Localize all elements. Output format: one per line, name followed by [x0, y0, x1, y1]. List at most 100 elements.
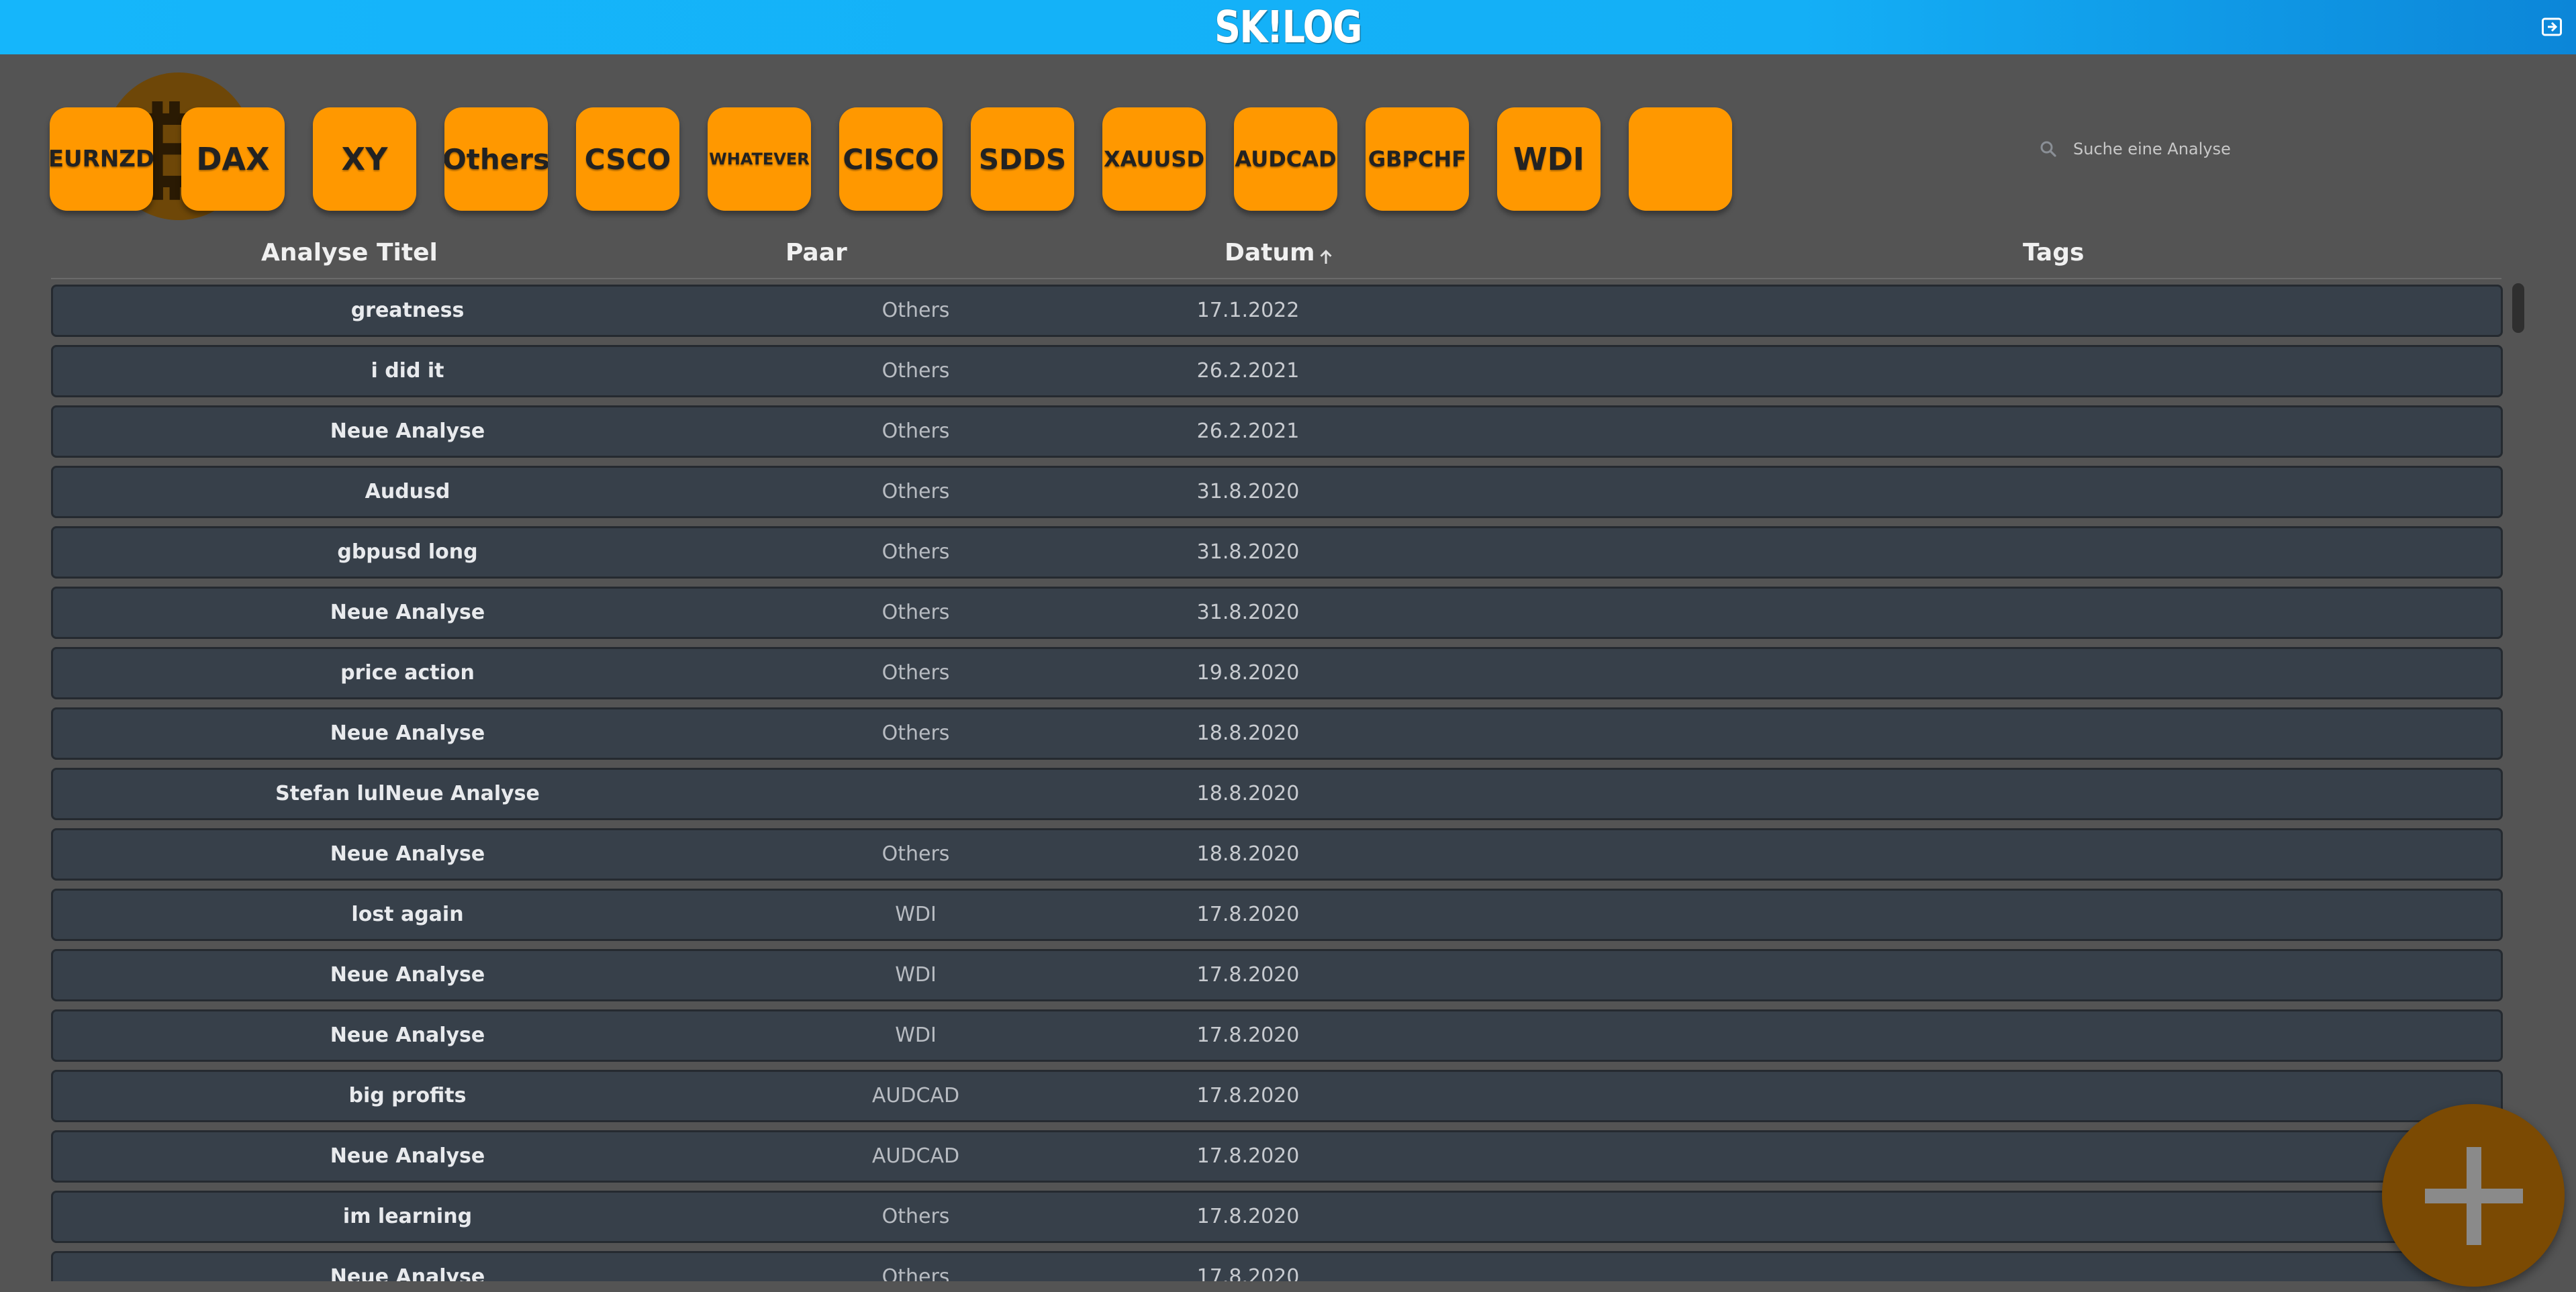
row-pair: Others: [881, 1205, 950, 1228]
row-tags: [1530, 709, 2403, 758]
table-row[interactable]: Neue Analyse Others 18.8.2020: [51, 828, 2503, 881]
row-title: i did it: [371, 359, 444, 383]
table-row[interactable]: Stefan lulNeue Analyse 18.8.2020: [51, 768, 2503, 820]
row-date: 26.2.2021: [1196, 359, 1300, 383]
row-tags: [1530, 589, 2403, 637]
row-date: 19.8.2020: [1196, 661, 1300, 685]
pair-chip[interactable]: AUDCAD: [1234, 107, 1337, 211]
row-pair: WDI: [895, 1024, 937, 1047]
row-tags: [1530, 1072, 2403, 1120]
pair-chip[interactable]: CISCO: [839, 107, 943, 211]
row-date: 17.8.2020: [1196, 1024, 1300, 1047]
pair-chip[interactable]: CSCO: [576, 107, 679, 211]
table-row[interactable]: Neue Analyse AUDCAD 17.8.2020: [51, 1130, 2503, 1183]
search-icon: [2040, 141, 2056, 157]
pair-chip[interactable]: WHATEVER: [708, 107, 811, 211]
add-analysis-button[interactable]: [2382, 1104, 2565, 1287]
pair-chip[interactable]: [1629, 107, 1732, 211]
row-title: Neue Analyse: [330, 601, 485, 624]
row-date: 31.8.2020: [1196, 540, 1300, 564]
table-row[interactable]: Neue Analyse Others 17.8.2020: [51, 1251, 2503, 1281]
column-header-tags[interactable]: Tags: [2023, 239, 2084, 266]
row-date: 17.1.2022: [1196, 299, 1300, 322]
row-title: im learning: [342, 1205, 473, 1228]
row-title: lost again: [351, 903, 464, 926]
row-title: Neue Analyse: [330, 419, 485, 443]
pair-chip[interactable]: XAUUSD: [1102, 107, 1206, 211]
row-date: 26.2.2021: [1196, 419, 1300, 443]
row-date: 17.8.2020: [1196, 1265, 1300, 1281]
row-title: Neue Analyse: [330, 1265, 485, 1281]
table-row[interactable]: Neue Analyse WDI 17.8.2020: [51, 1009, 2503, 1062]
row-title: Neue Analyse: [330, 963, 485, 987]
row-title: Audusd: [365, 480, 450, 503]
column-header-title[interactable]: Analyse Titel: [261, 239, 438, 266]
row-tags: [1530, 407, 2403, 456]
table-row[interactable]: big profits AUDCAD 17.8.2020: [51, 1070, 2503, 1122]
pair-chip[interactable]: WDI: [1497, 107, 1601, 211]
row-tags: [1530, 528, 2403, 577]
app-header: SK!LOG: [0, 0, 2576, 54]
row-tags: [1530, 770, 2403, 818]
row-tags: [1530, 468, 2403, 516]
row-pair: Others: [881, 299, 950, 322]
row-title: price action: [340, 661, 475, 685]
row-tags: [1530, 951, 2403, 999]
row-pair: AUDCAD: [871, 1144, 960, 1168]
row-pair: Others: [881, 540, 950, 564]
row-title: Stefan lulNeue Analyse: [275, 782, 540, 805]
row-date: 17.8.2020: [1196, 1144, 1300, 1168]
row-date: 17.8.2020: [1196, 1084, 1300, 1107]
row-date: 18.8.2020: [1196, 842, 1300, 866]
row-pair: Others: [881, 1265, 950, 1281]
analysis-list: greatness Others 17.1.2022 i did it Others 26…: [51, 285, 2503, 1281]
table-row[interactable]: im learning Others 17.8.2020: [51, 1191, 2503, 1243]
table-row[interactable]: Neue Analyse Others 31.8.2020: [51, 587, 2503, 639]
row-title: greatness: [350, 299, 465, 322]
row-date: 17.8.2020: [1196, 903, 1300, 926]
row-tags: [1530, 1193, 2403, 1241]
row-pair: [771, 770, 1060, 818]
app-logo: SK!LOG: [1214, 1, 1362, 53]
row-pair: Others: [881, 661, 950, 685]
arrow-up-icon[interactable]: [1316, 247, 1336, 267]
row-tags: [1530, 1132, 2403, 1181]
row-pair: Others: [881, 359, 950, 383]
row-tags: [1530, 830, 2403, 879]
row-title: gbpusd long: [337, 540, 478, 564]
search-input[interactable]: [2072, 136, 2273, 162]
table-row[interactable]: price action Others 19.8.2020: [51, 647, 2503, 699]
pair-chip[interactable]: Others: [444, 107, 548, 211]
pair-chip[interactable]: EURNZD: [50, 107, 153, 211]
row-pair: AUDCAD: [871, 1084, 960, 1107]
scrollbar-thumb[interactable]: [2512, 283, 2524, 333]
table-row[interactable]: Neue Analyse WDI 17.8.2020: [51, 949, 2503, 1001]
pair-chip[interactable]: GBPCHF: [1366, 107, 1469, 211]
table-row[interactable]: Neue Analyse Others 18.8.2020: [51, 707, 2503, 760]
table-row[interactable]: gbpusd long Others 31.8.2020: [51, 526, 2503, 579]
table-row[interactable]: lost again WDI 17.8.2020: [51, 889, 2503, 941]
row-date: 31.8.2020: [1196, 480, 1300, 503]
row-title: Neue Analyse: [330, 842, 485, 866]
row-pair: WDI: [895, 963, 937, 987]
row-pair: Others: [881, 480, 950, 503]
row-pair: Others: [881, 722, 950, 745]
row-date: 17.8.2020: [1196, 963, 1300, 987]
pair-chip[interactable]: SDDS: [971, 107, 1074, 211]
row-tags: [1530, 891, 2403, 939]
table-row[interactable]: Neue Analyse Others 26.2.2021: [51, 405, 2503, 458]
table-row[interactable]: Audusd Others 31.8.2020: [51, 466, 2503, 518]
pair-chip[interactable]: XY: [313, 107, 416, 211]
row-tags: [1530, 287, 2403, 335]
pair-chip[interactable]: DAX: [181, 107, 285, 211]
logout-icon[interactable]: [2540, 15, 2564, 39]
column-header-pair[interactable]: Paar: [785, 239, 847, 266]
table-header: Analyse Titel Paar Datum Tags: [51, 235, 2501, 279]
column-header-date[interactable]: Datum: [1225, 239, 1315, 266]
table-row[interactable]: i did it Others 26.2.2021: [51, 345, 2503, 397]
row-tags: [1530, 649, 2403, 697]
row-title: Neue Analyse: [330, 1024, 485, 1047]
row-tags: [1530, 347, 2403, 395]
row-title: Neue Analyse: [330, 722, 485, 745]
table-row[interactable]: greatness Others 17.1.2022: [51, 285, 2503, 337]
